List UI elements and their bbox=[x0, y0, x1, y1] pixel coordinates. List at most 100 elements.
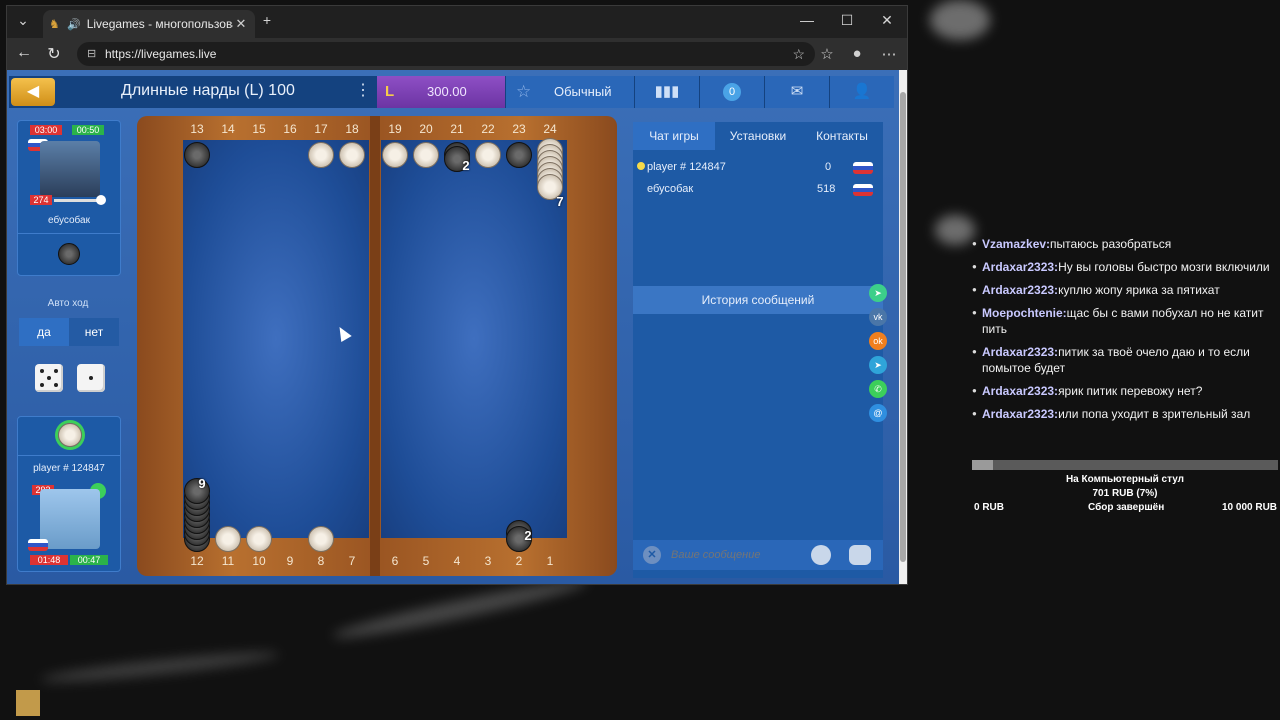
donation-status: Сбор завершён bbox=[1088, 502, 1165, 513]
donation-progress: 701 RUB (7%) bbox=[1092, 488, 1158, 499]
opponent-rating-knob bbox=[96, 195, 106, 205]
player-card: player # 124847 293 01:48 00:47 bbox=[17, 416, 121, 572]
game-back-button[interactable]: ◀ bbox=[11, 78, 55, 106]
tab-title: Livegames - многопользова bbox=[86, 17, 233, 31]
chat-username: Vzamazkev: bbox=[982, 237, 1051, 251]
chat-username: Ardaxar2323: bbox=[982, 260, 1059, 274]
opponent-timer-total: 03:00 bbox=[30, 125, 62, 135]
currency-icon: L bbox=[385, 83, 395, 100]
stream-chat-message: Ardaxar2323:питик за твоё очело даю и то… bbox=[972, 344, 1272, 376]
mail-icon[interactable]: ✉ bbox=[765, 76, 829, 108]
point-number: 6 bbox=[391, 554, 399, 568]
donation-max: 10 000 RUB bbox=[1222, 502, 1278, 513]
flag-icon bbox=[853, 184, 873, 196]
close-window-icon[interactable]: ✕ bbox=[877, 12, 897, 29]
close-tab-icon[interactable]: ✕ bbox=[233, 16, 249, 32]
scrollbar-thumb[interactable] bbox=[900, 92, 906, 562]
opponent-rating: 274 bbox=[30, 195, 52, 205]
reload-icon[interactable]: ↻ bbox=[43, 44, 65, 64]
point-number: 16 bbox=[283, 122, 297, 136]
message-input[interactable] bbox=[671, 543, 801, 567]
share-icon[interactable]: ➤ bbox=[869, 284, 887, 302]
background-light bbox=[930, 0, 990, 40]
moimir-icon[interactable]: @ bbox=[869, 404, 887, 422]
white-checker[interactable] bbox=[413, 142, 439, 168]
black-checker[interactable] bbox=[506, 142, 532, 168]
message-history-button[interactable]: История сообщений bbox=[633, 286, 883, 314]
stream-chat-message: Ardaxar2323:куплю жопу ярика за пятихат bbox=[972, 282, 1272, 298]
board-field-right[interactable] bbox=[381, 140, 567, 538]
point-number: 12 bbox=[190, 554, 204, 568]
maximize-icon[interactable]: ☐ bbox=[837, 12, 857, 29]
notifications-button[interactable]: 0 bbox=[700, 76, 764, 108]
site-info-icon[interactable]: ⊟ bbox=[87, 42, 96, 66]
stack-count-12: 9 bbox=[198, 476, 206, 491]
ok-icon[interactable]: ok bbox=[869, 332, 887, 350]
point-number: 18 bbox=[345, 122, 359, 136]
autoplay-no-button[interactable]: нет bbox=[69, 318, 119, 346]
back-arrow-icon[interactable]: ← bbox=[13, 44, 35, 62]
active-player-dot bbox=[637, 162, 645, 170]
chat-player-row[interactable]: player # 124847 0 bbox=[635, 160, 879, 178]
board-bar bbox=[370, 116, 380, 576]
chat-player-row[interactable]: ебусобак 518 bbox=[635, 182, 879, 200]
white-checker[interactable] bbox=[382, 142, 408, 168]
player-checker-color-icon bbox=[58, 423, 82, 447]
white-checker[interactable] bbox=[308, 526, 334, 552]
speaker-icon[interactable]: 🔊 bbox=[67, 18, 81, 31]
page-scrollbar[interactable] bbox=[899, 70, 907, 584]
chat-player-score: 0 bbox=[825, 161, 832, 173]
mode-button[interactable]: ☆ Обычный bbox=[506, 76, 634, 108]
white-checker[interactable] bbox=[215, 526, 241, 552]
new-tab-icon[interactable]: + bbox=[257, 12, 277, 28]
balance-button[interactable]: L 300.00 bbox=[377, 76, 505, 108]
point-number: 5 bbox=[422, 554, 430, 568]
opponent-checker-color-icon bbox=[58, 243, 80, 265]
logo-corner bbox=[16, 690, 40, 716]
donation-title: На Компьютерный стул bbox=[1065, 474, 1185, 485]
vk-icon[interactable]: vk bbox=[869, 308, 887, 326]
point-number: 17 bbox=[314, 122, 328, 136]
point-number: 20 bbox=[419, 122, 433, 136]
tab-game-chat[interactable]: Чат игры bbox=[633, 122, 715, 150]
point-number: 9 bbox=[286, 554, 294, 568]
emoji-icon[interactable] bbox=[811, 545, 831, 565]
player-avatar[interactable] bbox=[40, 489, 100, 549]
point-number: 4 bbox=[453, 554, 461, 568]
more-options-icon[interactable]: ⋯ bbox=[879, 45, 899, 63]
die-one-icon[interactable] bbox=[77, 364, 105, 392]
white-checker[interactable] bbox=[246, 526, 272, 552]
white-checker[interactable] bbox=[308, 142, 334, 168]
autoplay-yes-button[interactable]: да bbox=[19, 318, 69, 346]
browser-window: ⌄ ♞ 🔊 Livegames - многопользова ✕ + — ☐ … bbox=[6, 5, 908, 585]
bookmark-star-icon[interactable]: ☆ bbox=[792, 42, 805, 66]
user-avatar-icon[interactable]: 👤 bbox=[830, 76, 894, 108]
tab-bar: ⌄ ♞ 🔊 Livegames - многопользова ✕ + — ☐ … bbox=[7, 6, 907, 38]
browser-tab[interactable]: ♞ 🔊 Livegames - многопользова ✕ bbox=[43, 10, 255, 38]
message-bar: ✕ bbox=[633, 540, 883, 570]
url-field[interactable]: ⊟ https://livegames.live ☆ bbox=[77, 42, 815, 66]
black-checker[interactable] bbox=[184, 142, 210, 168]
player-flag-icon bbox=[28, 539, 48, 551]
clear-icon[interactable]: ✕ bbox=[643, 546, 661, 564]
favorites-icon[interactable]: ☆ bbox=[817, 45, 837, 63]
profile-icon[interactable]: ● bbox=[847, 45, 867, 62]
send-icon[interactable] bbox=[849, 545, 871, 565]
chat-text: ярик питик перевожу нет? bbox=[1058, 384, 1203, 398]
tab-contacts[interactable]: Контакты bbox=[801, 122, 883, 150]
game-menu-icon[interactable]: ⋮ bbox=[355, 80, 371, 100]
white-checker[interactable] bbox=[339, 142, 365, 168]
telegram-icon[interactable]: ➤ bbox=[869, 356, 887, 374]
point-number: 19 bbox=[388, 122, 402, 136]
tab-settings[interactable]: Установки bbox=[717, 122, 799, 150]
divider bbox=[18, 455, 120, 456]
donation-progress-bar bbox=[972, 460, 1278, 470]
tab-list-icon[interactable]: ⌄ bbox=[13, 12, 33, 29]
minimize-icon[interactable]: — bbox=[797, 12, 817, 28]
stats-icon[interactable]: ▮▮▮ bbox=[635, 76, 699, 108]
die-five-icon[interactable] bbox=[35, 364, 63, 392]
chat-username: Ardaxar2323: bbox=[982, 407, 1059, 421]
player-timer-move: 00:47 bbox=[70, 555, 108, 565]
donation-progress-fill bbox=[972, 460, 994, 470]
whatsapp-icon[interactable]: ✆ bbox=[869, 380, 887, 398]
